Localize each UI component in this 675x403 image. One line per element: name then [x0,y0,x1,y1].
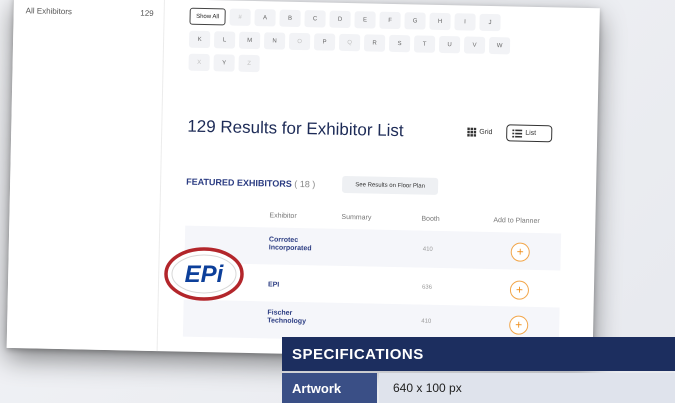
letter-button[interactable]: M [238,31,261,50]
column-header-exhibitor[interactable]: Exhibitor [269,212,296,220]
column-header-booth[interactable]: Booth [421,216,439,223]
featured-count: ( 18 ) [294,178,316,190]
letter-button[interactable]: B [279,9,301,28]
letter-button[interactable]: D [329,10,351,29]
letter-button[interactable]: N [263,32,286,50]
sidebar-item-count: 129 [140,8,154,18]
letter-button[interactable]: K [188,30,211,49]
booth-number: 636 [421,284,433,291]
add-to-planner-button[interactable]: + [509,315,529,335]
exhibitor-name-link[interactable]: EPI [268,281,279,289]
letter-button[interactable]: X [188,53,210,72]
exhibitor-name-link[interactable]: Corrotec Incorporated [269,236,329,253]
exhibitor-logo-epi: EPi [163,245,245,303]
results-title: 129 Results for Exhibitor List [187,116,404,141]
letter-button[interactable]: Z [238,54,260,73]
grid-label: Grid [479,128,493,137]
letter-button[interactable]: I [454,13,476,31]
letter-button[interactable]: T [413,35,436,53]
artwork-label: Artwork [282,373,377,403]
letter-button[interactable]: U [438,35,461,54]
letter-button[interactable]: Q [338,33,361,52]
artwork-size-value: 640 x 100 px [379,373,675,403]
floor-plan-button[interactable]: See Results on Floor Plan [341,175,439,195]
booth-number: 410 [421,318,432,325]
add-to-planner-button[interactable]: + [510,242,530,262]
specifications-panel: SPECIFICATIONS Artwork 640 x 100 px [282,337,675,403]
letter-button[interactable]: E [354,11,376,29]
show-all-button[interactable]: Show All [189,7,226,26]
list-label: List [525,129,537,137]
list-icon [512,128,523,138]
specifications-row: Artwork 640 x 100 px [282,373,675,403]
letter-button[interactable]: H [429,12,451,31]
featured-label: FEATURED EXHIBITORS [186,176,292,189]
specifications-title: SPECIFICATIONS [282,337,675,371]
letter-button[interactable]: L [213,31,236,49]
letter-button[interactable]: Y [213,54,235,72]
sidebar-item-all-exhibitors[interactable]: All Exhibitors 129 [26,6,154,18]
column-header-summary: Summary [341,213,372,222]
sidebar: All Exhibitors 129 [6,0,165,352]
featured-exhibitors-heading: FEATURED EXHIBITORS ( 18 ) [186,177,315,190]
letter-button[interactable]: C [304,10,326,28]
letter-button[interactable]: V [463,36,486,54]
letter-button[interactable]: W [488,36,511,55]
letter-button[interactable]: # [229,8,251,26]
main-content: Show All # A B C D E F G H I J K L M N O… [169,0,600,360]
add-to-planner-button[interactable]: + [509,280,530,300]
letter-button[interactable]: O [288,32,311,51]
letter-button[interactable]: P [313,33,336,51]
sidebar-item-label: All Exhibitors [25,6,73,17]
exhibitor-name-link[interactable]: Fischer Technology [267,309,327,326]
grid-icon [467,127,477,137]
list-view-button[interactable]: List [506,124,553,143]
logo-text: EPi [185,261,225,288]
column-header-add-to-planner: Add to Planner [493,217,540,226]
booth-number: 410 [422,246,433,253]
letter-button[interactable]: A [254,9,276,27]
letter-button[interactable]: F [379,11,401,30]
grid-view-button[interactable]: Grid [462,123,500,141]
letter-button[interactable]: S [388,34,411,53]
letter-button[interactable]: G [404,12,426,30]
screenshot-card: All Exhibitors 129 Show All # A B C D E … [6,0,600,361]
alphabet-filter: Show All # A B C D E F G H I J K L M N O… [188,7,589,85]
letter-button[interactable]: R [363,34,386,52]
letter-button[interactable]: J [479,13,501,32]
